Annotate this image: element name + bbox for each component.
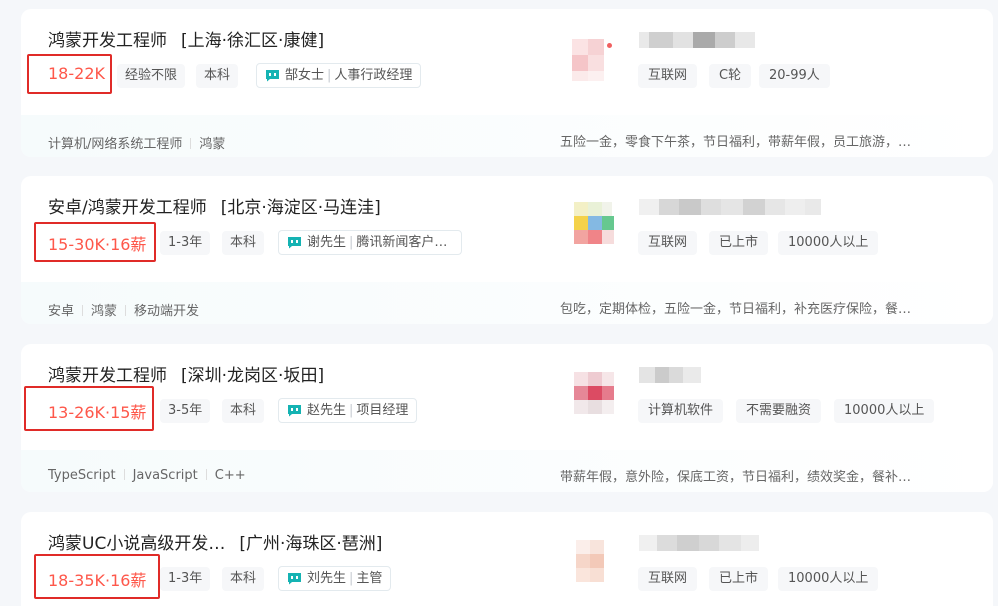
boss-name: 刘先生 bbox=[307, 571, 347, 586]
company-size: 10000人以上 bbox=[834, 399, 935, 423]
job-list: 鸿蒙开发工程师 [上海·徐汇区·康健] 18-22K 经验不限 本科 郜女士 | 人事… bbox=[0, 0, 998, 606]
job-name[interactable]: 安卓/鸿蒙开发工程师 bbox=[48, 198, 207, 218]
chat-bubble-icon bbox=[288, 573, 301, 585]
job-card[interactable]: 鸿蒙开发工程师 [上海·徐汇区·康健] 18-22K 经验不限 本科 郜女士 | 人事… bbox=[21, 9, 993, 157]
company-name[interactable] bbox=[639, 532, 759, 554]
tag-experience: 3-5年 bbox=[160, 399, 211, 423]
skill-tags: 安卓 鸿蒙 移动端开发 bbox=[48, 300, 199, 319]
job-card[interactable]: 鸿蒙UC小说高级开发… [广州·海珠区·琶洲] 18-35K·16薪 1-3年 本… bbox=[21, 512, 993, 606]
company-industry: 互联网 bbox=[638, 64, 698, 88]
tag-degree: 本科 bbox=[222, 567, 265, 591]
company-stage: 不需要融资 bbox=[736, 399, 822, 423]
boss-info[interactable]: 谢先生 | 腾讯新闻客户… bbox=[278, 230, 462, 255]
skill-tag: JavaScript bbox=[132, 468, 198, 483]
job-name[interactable]: 鸿蒙开发工程师 bbox=[48, 31, 167, 51]
boss-info[interactable]: 赵先生 | 项目经理 bbox=[278, 398, 418, 423]
job-area: [深圳·龙岗区·坂田] bbox=[181, 366, 325, 386]
skill-tag: 计算机/网络系统工程师 bbox=[48, 137, 183, 152]
tag-degree: 本科 bbox=[222, 399, 265, 423]
salary: 15-30K·16薪 bbox=[48, 235, 147, 254]
skill-tag: 安卓 bbox=[48, 304, 75, 319]
skill-tag: TypeScript bbox=[48, 468, 116, 483]
job-area: [北京·海淀区·马连洼] bbox=[220, 198, 381, 218]
boss-name: 谢先生 bbox=[307, 235, 347, 250]
tag-degree: 本科 bbox=[196, 64, 239, 88]
chat-bubble-icon bbox=[266, 70, 279, 82]
welfare-list: 五险一金，零食下午茶，节日福利，带薪年假，员工旅游，… bbox=[560, 135, 912, 150]
job-name[interactable]: 鸿蒙开发工程师 bbox=[48, 366, 167, 386]
skill-tag: 移动端开发 bbox=[134, 304, 200, 319]
salary: 18-22K bbox=[48, 64, 105, 83]
company-industry: 互联网 bbox=[638, 567, 698, 591]
skill-tag: 鸿蒙 bbox=[199, 137, 226, 152]
welfare-list: 带薪年假，意外险，保底工资，节日福利，绩效奖金，餐补… bbox=[560, 470, 912, 485]
company-stage: 已上市 bbox=[709, 231, 769, 255]
company-stage: 已上市 bbox=[709, 567, 769, 591]
boss-info[interactable]: 郜女士 | 人事行政经理 bbox=[256, 63, 422, 88]
company-name[interactable] bbox=[639, 29, 755, 51]
company-size: 20-99人 bbox=[759, 64, 830, 88]
salary: 13-26K·15薪 bbox=[48, 403, 147, 422]
chat-bubble-icon bbox=[288, 405, 301, 417]
company-industry: 互联网 bbox=[638, 231, 698, 255]
company-size: 10000人以上 bbox=[778, 231, 879, 255]
skill-tag: 鸿蒙 bbox=[91, 304, 118, 319]
job-card[interactable]: 鸿蒙开发工程师 [深圳·龙岗区·坂田] 13-26K·15薪 3-5年 本科 赵先… bbox=[21, 344, 993, 492]
chat-bubble-icon bbox=[288, 237, 301, 249]
company-size: 10000人以上 bbox=[778, 567, 879, 591]
company-logo[interactable] bbox=[566, 196, 618, 250]
boss-name: 赵先生 bbox=[307, 403, 347, 418]
company-logo[interactable] bbox=[566, 364, 618, 418]
salary: 18-35K·16薪 bbox=[48, 571, 147, 590]
company-stage: C轮 bbox=[709, 64, 752, 88]
boss-title: 主管 bbox=[356, 571, 383, 586]
skill-tags: 计算机/网络系统工程师 鸿蒙 bbox=[48, 133, 225, 152]
company-logo[interactable] bbox=[566, 532, 618, 586]
company-name[interactable] bbox=[639, 364, 701, 386]
job-area: [广州·海珠区·琶洲] bbox=[239, 534, 383, 554]
job-name[interactable]: 鸿蒙UC小说高级开发… bbox=[48, 534, 225, 554]
job-title[interactable]: 鸿蒙开发工程师 [上海·徐汇区·康健] bbox=[48, 26, 324, 51]
boss-title: 腾讯新闻客户… bbox=[356, 235, 448, 250]
boss-title: 项目经理 bbox=[356, 403, 409, 418]
job-area: [上海·徐汇区·康健] bbox=[181, 31, 325, 51]
job-card[interactable]: 安卓/鸿蒙开发工程师 [北京·海淀区·马连洼] 15-30K·16薪 1-3年 本… bbox=[21, 176, 993, 324]
job-title[interactable]: 安卓/鸿蒙开发工程师 [北京·海淀区·马连洼] bbox=[48, 193, 381, 218]
tag-experience: 经验不限 bbox=[117, 64, 186, 88]
welfare-list: 包吃，定期体检，五险一金，节日福利，补充医疗保险，餐… bbox=[560, 302, 912, 317]
company-name[interactable] bbox=[639, 196, 821, 218]
skill-tag: C++ bbox=[214, 468, 246, 483]
tag-experience: 1-3年 bbox=[160, 567, 211, 591]
boss-info[interactable]: 刘先生 | 主管 bbox=[278, 566, 392, 591]
company-logo[interactable] bbox=[566, 29, 618, 83]
job-title[interactable]: 鸿蒙UC小说高级开发… [广州·海珠区·琶洲] bbox=[48, 529, 382, 554]
company-industry: 计算机软件 bbox=[638, 399, 724, 423]
skill-tags: TypeScript JavaScript C++ bbox=[48, 468, 246, 483]
boss-name: 郜女士 bbox=[285, 68, 325, 83]
tag-experience: 1-3年 bbox=[160, 231, 211, 255]
tag-degree: 本科 bbox=[222, 231, 265, 255]
boss-title: 人事行政经理 bbox=[334, 68, 413, 83]
job-title[interactable]: 鸿蒙开发工程师 [深圳·龙岗区·坂田] bbox=[48, 361, 324, 386]
